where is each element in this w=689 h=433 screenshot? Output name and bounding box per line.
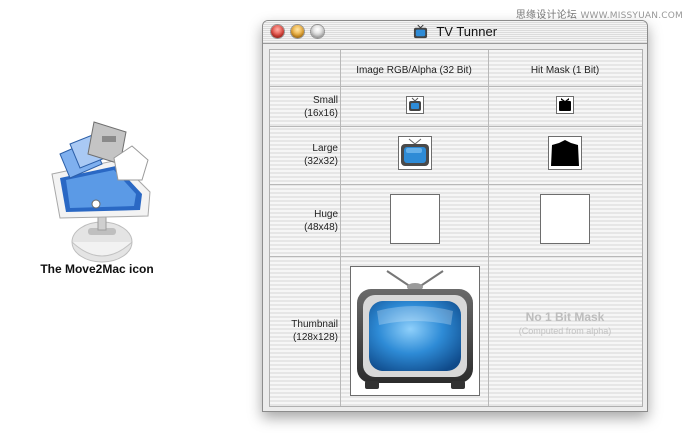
large-mask-well[interactable]	[548, 136, 582, 170]
small-mask-well[interactable]	[556, 96, 574, 114]
small-tv-icon	[409, 97, 421, 111]
huge-mask-well[interactable]	[540, 194, 590, 244]
large-tv-icon	[401, 138, 429, 166]
row-large-name: Large	[312, 143, 338, 154]
row-small-name: Small	[312, 95, 338, 106]
move2mac-caption: The Move2Mac icon	[40, 262, 154, 276]
column-header-image: Image RGB/Alpha (32 Bit)	[356, 65, 472, 76]
row-thumbnail-size: (128x128)	[292, 332, 338, 343]
row-header-thumbnail: Thumbnail (128x128)	[270, 318, 338, 344]
huge-image-well[interactable]	[390, 194, 440, 244]
icon-family-grid: Image RGB/Alpha (32 Bit) Hit Mask (1 Bit…	[269, 49, 643, 407]
row-huge-name: Huge	[314, 209, 338, 220]
window-title: TV Tunner	[263, 24, 647, 42]
column-header-mask: Hit Mask (1 Bit)	[530, 65, 600, 76]
small-mask-icon	[559, 98, 571, 111]
window-title-text: TV Tunner	[436, 24, 498, 39]
no-mask-subtitle: (Computed from alpha)	[518, 326, 612, 336]
title-bar[interactable]: TV Tunner	[263, 21, 647, 44]
no-mask-title: No 1 Bit Mask	[525, 310, 605, 324]
row-small-size: (16x16)	[304, 108, 338, 119]
thumbnail-tv-icon	[357, 270, 473, 389]
small-image-well[interactable]	[406, 96, 424, 114]
large-image-well[interactable]	[398, 136, 432, 170]
tv-tunner-window: TV Tunner Image RGB/Alpha (32 Bit) Hit M…	[262, 20, 648, 412]
row-thumbnail-name: Thumbnail	[291, 319, 338, 330]
thumbnail-image-well[interactable]	[350, 266, 480, 396]
watermark: 思缘设计论坛 WWW.MISSYUAN.COM	[516, 6, 683, 21]
tv-icon	[413, 24, 428, 42]
large-mask-icon	[551, 140, 579, 166]
row-header-huge: Huge (48x48)	[270, 208, 338, 234]
row-huge-size: (48x48)	[304, 222, 338, 233]
row-header-large: Large (32x32)	[270, 142, 338, 168]
move2mac-icon	[30, 120, 180, 280]
row-large-size: (32x32)	[304, 156, 338, 167]
row-header-small: Small (16x16)	[270, 94, 338, 120]
